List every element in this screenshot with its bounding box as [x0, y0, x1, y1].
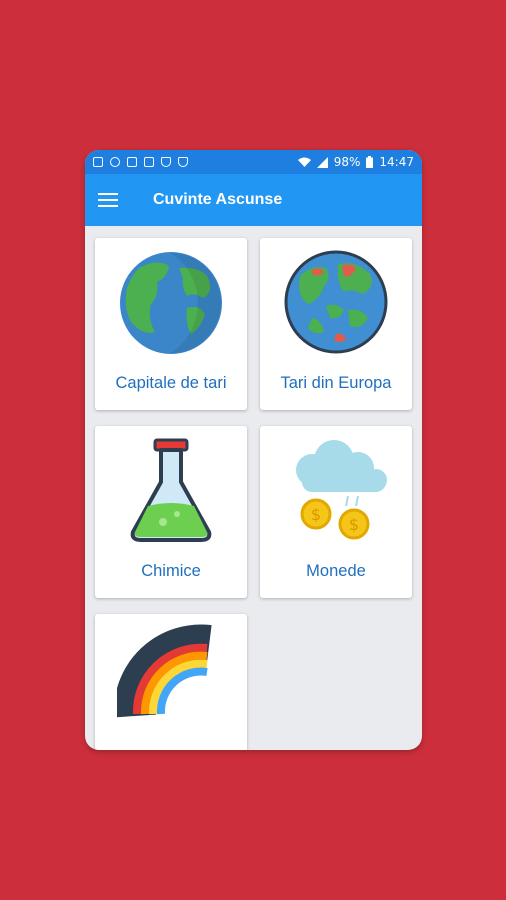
at-notification-icon [110, 157, 120, 167]
battery-icon [366, 156, 374, 168]
category-card-europa[interactable]: Tari din Europa [260, 238, 412, 410]
card-label: Tari din Europa [280, 374, 392, 392]
svg-text:$: $ [349, 515, 359, 534]
card-label: Chimice [141, 562, 201, 580]
clock: 14:47 [379, 155, 414, 169]
phone-screen: 98% 14:47 Cuvinte Ascunse Capitale de ta… [85, 150, 422, 750]
coins-cloud-icon: $ $ [296, 440, 387, 540]
svg-text:$: $ [311, 505, 321, 524]
category-grid: Capitale de tari Tari din Europa Chimice… [95, 238, 413, 750]
category-card-chimice[interactable]: Chimice [95, 426, 247, 598]
battery-percent: 98% [333, 155, 361, 169]
category-card-monede[interactable]: $ $ Monede [260, 426, 412, 598]
office-notification-icon [127, 157, 137, 167]
card-label: Monede [306, 562, 366, 580]
app-title: Cuvinte Ascunse [153, 191, 283, 208]
globe-icon [120, 252, 222, 354]
rainbow-icon [117, 624, 212, 718]
flask-icon [130, 438, 212, 542]
category-card-capitale[interactable]: Capitale de tari [95, 238, 247, 410]
category-card-rainbow[interactable] [95, 614, 247, 750]
hamburger-menu-icon[interactable] [98, 193, 118, 207]
system-status: 98% 14:47 [297, 155, 414, 169]
image-notification-icon [93, 157, 103, 167]
photo-notification-icon [144, 157, 154, 167]
shield-icon [161, 157, 171, 167]
card-label: Capitale de tari [115, 374, 227, 392]
signal-icon [316, 156, 328, 168]
world-map-globe-icon [284, 250, 388, 354]
wifi-icon [297, 157, 311, 167]
shield-check-icon [178, 157, 188, 167]
notification-icons [93, 157, 188, 167]
status-bar: 98% 14:47 [85, 150, 422, 174]
app-bar: Cuvinte Ascunse [85, 174, 422, 226]
